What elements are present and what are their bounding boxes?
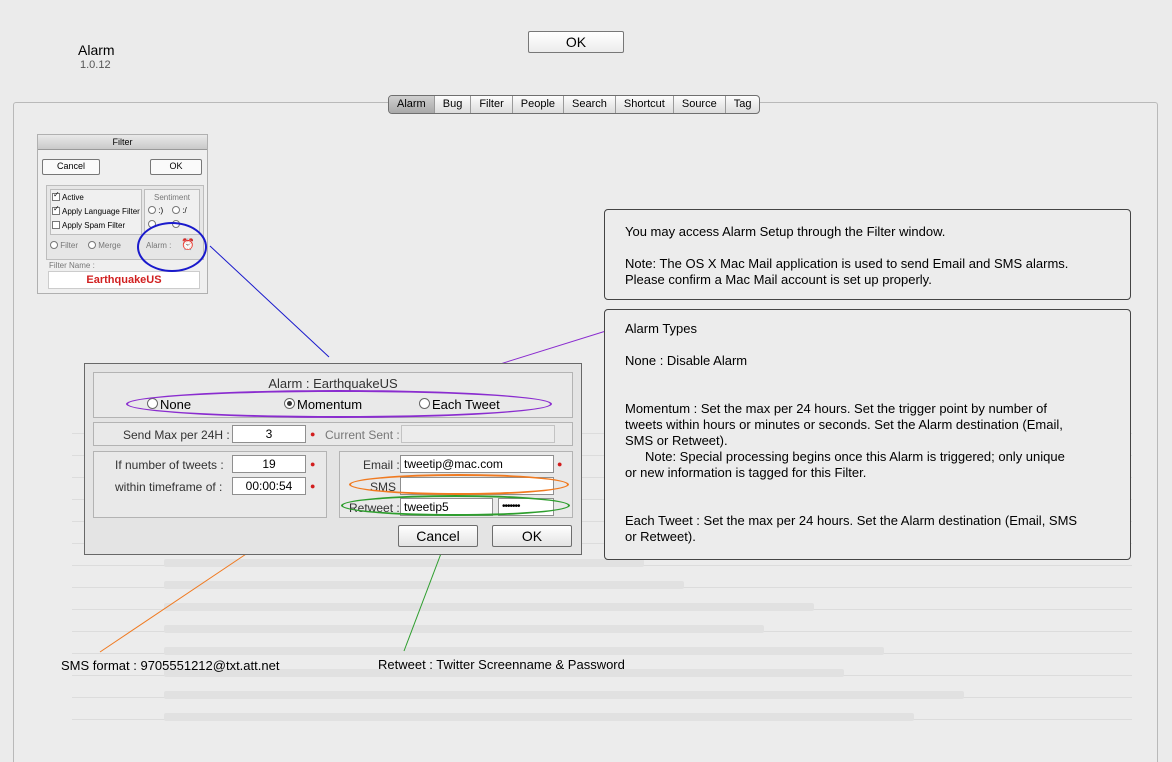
info-line: Each Tweet : Set the max per 24 hours. S… bbox=[625, 513, 1078, 528]
alarm-cancel-button[interactable]: Cancel bbox=[398, 525, 478, 547]
alarm-types-info: Alarm Types None : Disable Alarm Momentu… bbox=[604, 309, 1131, 560]
required-dot: ● bbox=[557, 459, 563, 469]
sms-format-note: SMS format : 9705551212@txt.att.net bbox=[61, 658, 280, 673]
if-tweets-label: If number of tweets : bbox=[115, 458, 224, 472]
info-line: SMS or Retweet). bbox=[625, 433, 728, 448]
current-sent-label: Current Sent : bbox=[325, 428, 400, 442]
info-line: You may access Alarm Setup through the F… bbox=[625, 224, 946, 239]
callout-line-blue bbox=[209, 245, 330, 358]
timeframe-label: within timeframe of : bbox=[115, 480, 223, 494]
alarm-types-heading: Alarm Types bbox=[625, 321, 698, 336]
alarm-setup-info: You may access Alarm Setup through the F… bbox=[604, 209, 1131, 300]
tweet-count-input[interactable]: 19 bbox=[232, 455, 306, 473]
alarm-type-highlight bbox=[126, 390, 552, 418]
retweet-highlight bbox=[341, 495, 570, 516]
send-max-input[interactable]: 3 bbox=[232, 425, 306, 443]
required-dot: ● bbox=[310, 459, 316, 469]
email-input[interactable]: tweetip@mac.com bbox=[400, 455, 554, 473]
current-sent-field bbox=[401, 425, 555, 443]
info-line: Momentum : Set the max per 24 hours. Set… bbox=[625, 401, 1047, 416]
alarm-dialog-title: Alarm : EarthquakeUS bbox=[268, 376, 398, 391]
timeframe-input[interactable]: 00:00:54 bbox=[232, 477, 306, 495]
info-line: or Retweet). bbox=[625, 529, 696, 544]
info-line: tweets within hours or minutes or second… bbox=[625, 417, 1063, 432]
retweet-format-note: Retweet : Twitter Screenname & Password bbox=[378, 657, 625, 672]
required-dot: ● bbox=[310, 481, 316, 491]
required-dot: ● bbox=[310, 429, 316, 439]
send-max-label: Send Max per 24H : bbox=[123, 428, 230, 442]
info-line: Note: Special processing begins once thi… bbox=[645, 449, 1065, 464]
email-label: Email : bbox=[363, 458, 400, 472]
info-line: Please confirm a Mac Mail account is set… bbox=[625, 272, 932, 287]
alarm-ok-button[interactable]: OK bbox=[492, 525, 572, 547]
info-line: None : Disable Alarm bbox=[625, 353, 748, 368]
sms-highlight bbox=[349, 474, 569, 495]
alarm-icon-highlight bbox=[137, 222, 207, 272]
info-line: or new information is tagged for this Fi… bbox=[625, 465, 867, 480]
info-line: Note: The OS X Mac Mail application is u… bbox=[625, 256, 1069, 271]
